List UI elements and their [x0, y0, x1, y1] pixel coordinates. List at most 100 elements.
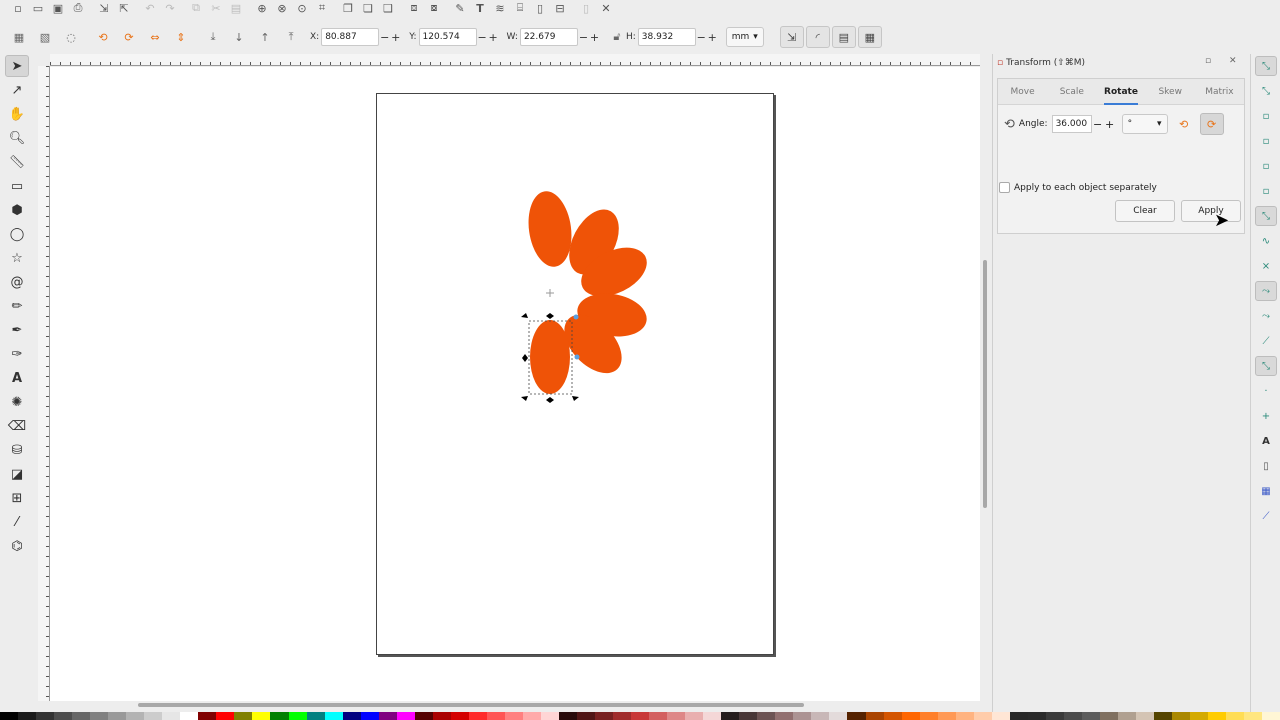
raise-to-top-icon[interactable]: ⤒: [278, 26, 304, 48]
w-increment[interactable]: +: [589, 31, 600, 44]
apply-separately-checkbox[interactable]: [999, 182, 1010, 193]
color-swatch[interactable]: [595, 712, 614, 720]
color-swatch[interactable]: [829, 712, 848, 720]
color-swatch[interactable]: [1027, 712, 1046, 720]
document-properties-icon[interactable]: ▯: [576, 0, 596, 16]
calligraphy-tool-icon[interactable]: ✑: [5, 343, 29, 365]
color-swatch[interactable]: [631, 712, 650, 720]
layers-icon[interactable]: ≋: [490, 0, 510, 16]
save-icon[interactable]: ▣: [48, 0, 68, 16]
vertical-scrollbar[interactable]: [983, 260, 987, 508]
lower-icon[interactable]: ↓: [226, 26, 252, 48]
color-swatch[interactable]: [324, 712, 343, 720]
bucket-tool-icon[interactable]: ⛁: [5, 439, 29, 461]
color-swatch[interactable]: [1208, 712, 1227, 720]
color-swatch[interactable]: [414, 712, 433, 720]
import-icon[interactable]: ⇲: [94, 0, 114, 16]
text-tool-icon[interactable]: A: [5, 367, 29, 389]
w-input[interactable]: 22.679: [519, 28, 578, 46]
pencil-tool-icon[interactable]: ✏: [5, 295, 29, 317]
color-swatch[interactable]: [162, 712, 181, 720]
canvas[interactable]: [50, 67, 980, 701]
angle-input[interactable]: 36.000: [1051, 115, 1092, 133]
horizontal-ruler[interactable]: [50, 54, 980, 66]
color-swatch[interactable]: [198, 712, 217, 720]
y-input[interactable]: 120.574: [418, 28, 477, 46]
snap-page-border-icon[interactable]: ▯: [1255, 456, 1277, 476]
snap-toggle-icon[interactable]: ⤡: [1255, 56, 1277, 76]
xml-editor-icon[interactable]: ⌸: [510, 0, 530, 16]
lock-icon[interactable]: 🔓︎: [608, 26, 626, 48]
node-tool-icon[interactable]: ↗: [5, 79, 29, 101]
tab-rotate[interactable]: Rotate: [1096, 79, 1145, 105]
color-swatch[interactable]: [54, 712, 73, 720]
color-swatch[interactable]: [360, 712, 379, 720]
color-swatch[interactable]: [558, 712, 577, 720]
h-decrement[interactable]: −: [696, 31, 707, 44]
color-swatch[interactable]: [937, 712, 956, 720]
color-swatch[interactable]: [955, 712, 974, 720]
apply-button[interactable]: Apply: [1181, 200, 1241, 222]
color-swatch[interactable]: [973, 712, 992, 720]
color-swatch[interactable]: [703, 712, 722, 720]
color-swatch[interactable]: [1172, 712, 1191, 720]
zoom-page-icon[interactable]: ⊙: [292, 0, 312, 16]
color-swatch[interactable]: [288, 712, 307, 720]
box3d-tool-icon[interactable]: ⬢: [5, 199, 29, 221]
deselect-icon[interactable]: ◌: [58, 26, 84, 48]
color-swatch[interactable]: [721, 712, 740, 720]
color-swatch[interactable]: [522, 712, 541, 720]
color-swatch[interactable]: [991, 712, 1010, 720]
snap-bbox-icon[interactable]: ⤡: [1255, 81, 1277, 101]
color-swatch[interactable]: [18, 712, 37, 720]
snap-text-baseline-icon[interactable]: A: [1255, 431, 1277, 451]
tab-move[interactable]: Move: [998, 79, 1047, 104]
unit-select[interactable]: mm ▾: [725, 27, 764, 47]
selected-petal-shape[interactable]: [530, 320, 570, 394]
y-increment[interactable]: +: [488, 31, 499, 44]
color-swatch[interactable]: [793, 712, 812, 720]
color-swatch[interactable]: [919, 712, 938, 720]
tweak-tool-icon[interactable]: ✋: [5, 103, 29, 125]
dialog-menu-icon[interactable]: ▫: [1205, 56, 1211, 66]
color-swatch[interactable]: [306, 712, 325, 720]
color-swatch[interactable]: [847, 712, 866, 720]
color-swatch[interactable]: [685, 712, 704, 720]
copy-icon[interactable]: ⧉: [186, 0, 206, 16]
clear-button[interactable]: Clear: [1115, 200, 1175, 222]
dropper-tool-icon[interactable]: ⁄: [5, 511, 29, 533]
color-swatch[interactable]: [468, 712, 487, 720]
color-swatch[interactable]: [667, 712, 686, 720]
color-swatch[interactable]: [739, 712, 758, 720]
color-swatch[interactable]: [775, 712, 794, 720]
color-swatch[interactable]: [1081, 712, 1100, 720]
snap-rotation-center-icon[interactable]: +: [1255, 406, 1277, 426]
snap-line-midpoint-icon[interactable]: ⟋: [1255, 331, 1277, 351]
scale-stroke-icon[interactable]: ⇲: [779, 26, 804, 48]
color-swatch[interactable]: [234, 712, 253, 720]
snap-cusp-nodes-icon[interactable]: ⤳: [1255, 281, 1277, 301]
fill-stroke-icon[interactable]: ✎: [450, 0, 470, 16]
angle-increment[interactable]: +: [1104, 118, 1116, 131]
color-swatch[interactable]: [577, 712, 596, 720]
align-distribute-icon[interactable]: ⊟: [550, 0, 570, 16]
mesh-tool-icon[interactable]: ⊞: [5, 487, 29, 509]
w-decrement[interactable]: −: [578, 31, 589, 44]
color-swatch[interactable]: [1244, 712, 1263, 720]
move-gradients-icon[interactable]: ▤: [831, 26, 856, 48]
color-swatch[interactable]: [1154, 712, 1173, 720]
snap-smooth-nodes-icon[interactable]: ⤳: [1255, 306, 1277, 326]
color-swatch[interactable]: [504, 712, 523, 720]
horizontal-scrollbar[interactable]: [138, 703, 804, 707]
duplicate-icon[interactable]: ❐: [338, 0, 358, 16]
snap-bbox-midpoint-icon[interactable]: ▫: [1255, 156, 1277, 176]
rectangle-tool-icon[interactable]: ▭: [5, 175, 29, 197]
eraser-tool-icon[interactable]: ⌫: [5, 415, 29, 437]
zoom-selection-icon[interactable]: ⊕: [252, 0, 272, 16]
snap-intersection-icon[interactable]: ⨯: [1255, 256, 1277, 276]
move-patterns-icon[interactable]: ▦: [857, 26, 882, 48]
new-document-icon[interactable]: ▫: [8, 0, 28, 16]
snap-grid-icon[interactable]: ▦: [1255, 481, 1277, 501]
snap-bbox-center-icon[interactable]: ▫: [1255, 181, 1277, 201]
angle-unit-select[interactable]: ° ▾: [1121, 114, 1168, 134]
